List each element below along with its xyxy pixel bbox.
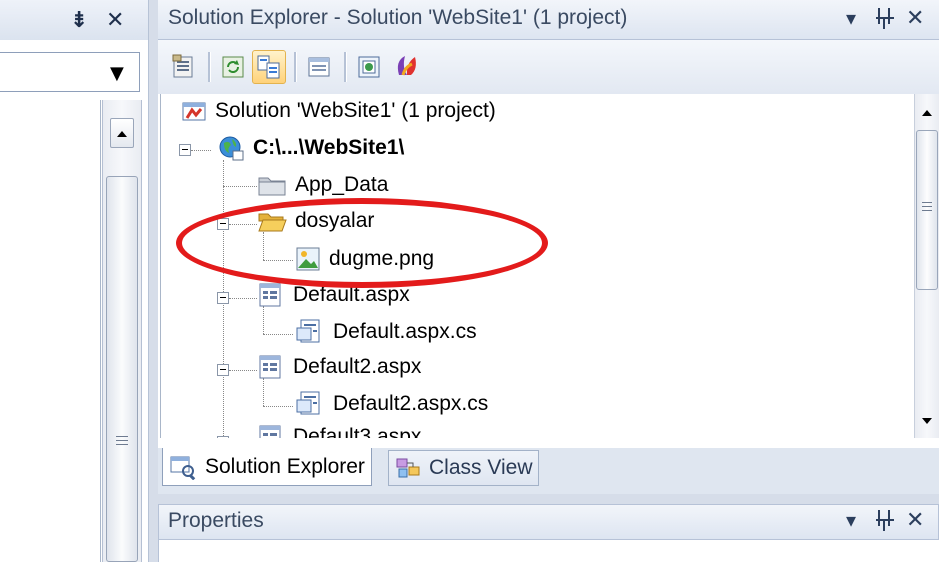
tree-connector [229,370,257,371]
tree-connector [263,334,293,335]
copy-web-site-button[interactable] [352,50,386,84]
solution-explorer-toolbar [158,40,939,94]
pin-icon[interactable] [873,506,897,538]
aspx-file-icon [259,355,281,379]
tree-item-label: App_Data [295,173,389,196]
arrow-down-icon[interactable] [919,416,935,426]
expander-default-aspx[interactable] [217,292,229,304]
chevron-down-icon[interactable]: ▼ [110,63,124,84]
tree-item-label: Solution 'WebSite1' (1 project) [215,99,496,122]
tree-item-default3-aspx[interactable]: Default3.aspx [257,424,421,438]
left-close-icon[interactable]: ✕ [106,10,124,32]
scroll-up-button[interactable] [110,118,134,148]
tree-item-label: Default2.aspx [293,355,422,378]
asp-net-configuration-icon [397,56,416,76]
cs-file-icon [296,391,320,415]
properties-titlebar [158,504,939,540]
grip-icon [116,436,128,445]
left-scroll-thumb[interactable] [106,176,138,562]
tree-item-solution[interactable]: Solution 'WebSite1' (1 project) [181,98,496,124]
tree-connector [263,378,264,406]
properties-icon [172,54,193,78]
highlight-annotation-ellipse [176,198,548,288]
window-menu-icon[interactable]: ▾ [846,508,856,532]
properties-grid [158,540,939,562]
properties-title: Properties [168,509,264,532]
arrow-up-icon [117,131,127,137]
solution-explorer-title: Solution Explorer - Solution 'WebSite1' … [168,6,628,29]
aspx-file-icon [259,283,281,307]
expander-website[interactable] [179,144,191,156]
tab-solution-explorer[interactable]: Solution Explorer [162,448,372,486]
left-dropdown[interactable]: ▼ [0,52,140,92]
asp-net-configuration-button[interactable] [390,50,424,84]
view-designer-button[interactable] [302,50,336,84]
refresh-icon [222,56,244,78]
copy-web-site-icon [358,56,380,78]
tree-item-default2-aspx-cs[interactable]: Default2.aspx.cs [295,390,488,418]
cs-file-icon [296,319,320,343]
tree-scroll-thumb[interactable] [916,130,938,290]
tab-label: Class View [429,456,533,479]
refresh-button[interactable] [216,50,250,84]
website-globe-icon [219,136,244,161]
arrow-up-icon[interactable] [919,108,935,118]
close-icon[interactable]: ✕ [906,508,924,533]
nest-related-files-icon [257,55,280,79]
panel-splitter[interactable] [148,0,158,562]
tree-connector [191,150,211,151]
folder-icon [258,177,286,196]
explorer-tab-strip: Solution Explorer Class View [158,448,939,494]
class-view-icon [396,458,420,478]
aspx-file-icon [259,425,281,438]
tree-item-label: Default.aspx.cs [333,320,477,343]
tree-item-label: C:\...\WebSite1\ [253,136,405,159]
tree-connector [223,186,257,187]
tree-item-default2-aspx[interactable]: Default2.aspx [257,354,421,380]
pin-icon[interactable] [873,4,897,36]
tree-item-default-aspx-cs[interactable]: Default.aspx.cs [295,318,477,346]
left-content-area [0,100,101,562]
grip-icon [922,202,932,211]
tree-item-website[interactable]: C:\...\WebSite1\ [217,134,404,162]
tree-connector [263,306,264,334]
tab-class-view[interactable]: Class View [388,450,540,486]
close-icon[interactable]: ✕ [906,6,924,31]
properties-button[interactable] [166,50,200,84]
left-pin-icon[interactable]: ⇟ [70,10,88,32]
solution-icon [182,102,206,121]
expander-default3-aspx[interactable] [217,436,229,438]
tree-item-app-data[interactable]: App_Data [257,172,388,198]
tree-connector [263,406,293,407]
expander-default2-aspx[interactable] [217,364,229,376]
panel-splitter[interactable] [158,494,939,504]
view-designer-icon [308,57,330,77]
tree-item-label: Default2.aspx.cs [333,392,489,415]
solution-explorer-icon [170,456,196,480]
tab-label: Solution Explorer [205,454,365,478]
tree-item-label: Default3.aspx [293,425,422,438]
window-menu-icon[interactable]: ▾ [846,6,856,30]
tree-connector [229,298,257,299]
nest-related-files-button[interactable] [252,50,286,84]
